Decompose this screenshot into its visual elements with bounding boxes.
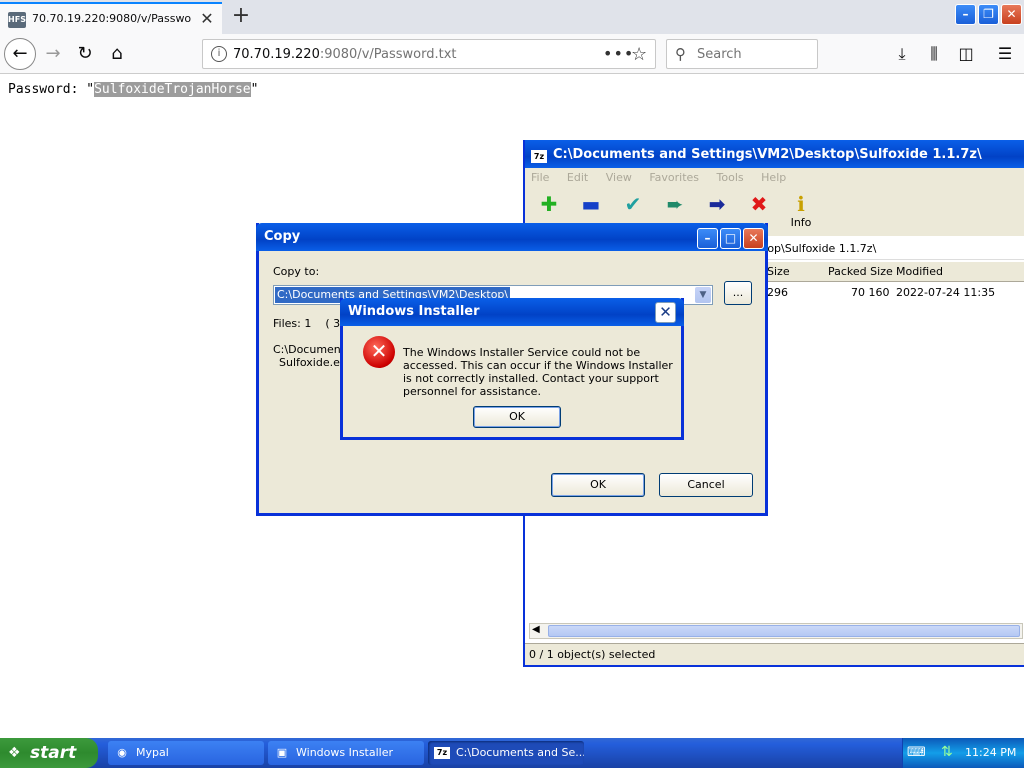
url-text[interactable]: 70.70.19.220:9080/v/Password.txt [233, 47, 457, 62]
close-icon[interactable]: ✕ [743, 228, 764, 249]
password-text: Password: "SulfoxideTrojanHorse" [8, 82, 258, 97]
password-label: Password: " [8, 82, 95, 97]
menu-file[interactable]: File [531, 171, 549, 184]
copy-to-label: Copy to: [273, 265, 320, 278]
row-modified: 2022-07-24 11:35 [896, 286, 996, 299]
task-label: Mypal [136, 746, 169, 759]
page-actions-icon[interactable]: ••• [603, 44, 634, 63]
menu-favorites[interactable]: Favorites [649, 171, 699, 184]
sidebar-icon[interactable]: ◫ [954, 42, 978, 66]
reload-icon[interactable]: ↻ [70, 40, 100, 68]
task-label: C:\Documents and Se... [456, 746, 584, 759]
installer-title: Windows Installer [348, 304, 480, 319]
bookmark-star-icon[interactable]: ☆ [631, 44, 647, 65]
restore-window-button[interactable]: ❐ [978, 4, 999, 25]
extract-icon: ▬ [581, 192, 601, 216]
search-icon: ⚲ [675, 45, 686, 63]
download-icon[interactable]: ⤓ [890, 42, 914, 66]
task-7zip[interactable]: 7z C:\Documents and Se... [428, 741, 584, 765]
chevron-down-icon[interactable]: ▼ [695, 287, 711, 303]
7zip-icon: 7z [434, 747, 450, 759]
move-icon: ➡ [708, 192, 726, 216]
column-size[interactable]: Size [767, 265, 790, 278]
minimize-window-button[interactable]: – [955, 4, 976, 25]
tab-close-icon[interactable]: ✕ [198, 10, 216, 28]
taskbar: ❖ start ◉ Mypal ▣ Windows Installer 7z C:\D… [0, 738, 1024, 768]
forward-icon[interactable]: → [38, 40, 68, 68]
menu-view[interactable]: View [606, 171, 632, 184]
menu-icon[interactable]: ☰ [993, 42, 1017, 66]
column-packed-size[interactable]: Packed Size [828, 265, 893, 278]
browse-button[interactable]: ... [724, 281, 752, 305]
windows-flag-icon: ❖ [8, 745, 21, 761]
tab-strip: HFS 70.70.19.220:9080/v/Password.txt ✕ +… [0, 0, 1024, 34]
horizontal-scrollbar[interactable]: ◀ [529, 623, 1023, 639]
start-button[interactable]: ❖ start [0, 738, 98, 768]
back-icon[interactable]: ← [4, 38, 36, 70]
scrollbar-thumb[interactable] [548, 625, 1020, 637]
status-bar: 0 / 1 object(s) selected [525, 643, 1024, 665]
system-tray: ⌨ ⇅ 11:24 PM [902, 738, 1024, 768]
search-placeholder: Search [697, 47, 742, 62]
password-suffix: " [250, 82, 259, 97]
url-host: 70.70.19.220 [233, 47, 320, 62]
delete-icon: ✖ [750, 192, 768, 216]
test-icon: ✔ [624, 192, 642, 216]
7zip-title: C:\Documents and Settings\VM2\Desktop\Su… [553, 147, 982, 162]
copy-dialog-title: Copy [264, 229, 301, 244]
task-windows-installer[interactable]: ▣ Windows Installer [268, 741, 424, 765]
menu-help[interactable]: Help [761, 171, 786, 184]
keyboard-icon[interactable]: ⌨ [907, 745, 926, 760]
hfs-favicon-icon: HFS [8, 12, 26, 28]
7zip-logo-icon: 7z [531, 150, 547, 163]
add-icon: ✚ [540, 192, 558, 216]
password-value-selected[interactable]: SulfoxideTrojanHorse [94, 82, 251, 97]
network-icon[interactable]: ⇅ [941, 744, 953, 760]
search-bar[interactable]: ⚲ Search [666, 39, 818, 69]
copy-icon: ➨ [666, 192, 684, 216]
cancel-button[interactable]: Cancel [659, 473, 753, 497]
url-bar[interactable]: i 70.70.19.220:9080/v/Password.txt ••• ☆ [202, 39, 656, 69]
installer-message: The Windows Installer Service could not … [403, 346, 673, 398]
maximize-icon[interactable]: □ [720, 228, 741, 249]
7zip-title-bar[interactable]: 7z C:\Documents and Settings\VM2\Desktop\… [525, 140, 1024, 168]
installer-ok-button[interactable]: OK [473, 406, 561, 428]
row-size: 296 [767, 286, 788, 299]
minimize-icon[interactable]: – [697, 228, 718, 249]
menu-tools[interactable]: Tools [717, 171, 744, 184]
7zip-menu-bar: File Edit View Favorites Tools Help [525, 168, 1024, 188]
close-window-button[interactable]: ✕ [1001, 4, 1022, 25]
mypal-icon: ◉ [117, 746, 127, 759]
info-icon: ℹ [797, 192, 805, 216]
new-tab-button[interactable]: + [226, 2, 256, 30]
library-icon[interactable]: ⫼ [922, 42, 946, 66]
url-path: :9080/v/Password.txt [319, 47, 457, 62]
column-modified[interactable]: Modified [896, 265, 943, 278]
close-icon[interactable]: ✕ [655, 302, 676, 323]
info-button[interactable]: ℹ Info [781, 192, 821, 234]
browser-tab[interactable]: HFS 70.70.19.220:9080/v/Password.txt ✕ [0, 2, 222, 34]
row-packed-size: 70 160 [851, 286, 890, 299]
start-label: start [30, 743, 77, 763]
scroll-left-icon[interactable]: ◀ [532, 624, 540, 635]
copy-dialog-title-bar[interactable]: Copy [256, 223, 768, 251]
home-icon[interactable]: ⌂ [102, 40, 132, 68]
clock[interactable]: 11:24 PM [965, 746, 1016, 759]
installer-icon: ▣ [276, 746, 288, 759]
ok-button[interactable]: OK [551, 473, 645, 497]
info-icon[interactable]: i [211, 46, 227, 62]
navigation-toolbar: ← → ↻ ⌂ i 70.70.19.220:9080/v/Password.t… [0, 34, 1024, 74]
error-icon: ✕ [363, 336, 395, 368]
windows-installer-dialog: Windows Installer ✕ ✕ The Windows Instal… [340, 298, 684, 440]
task-mypal[interactable]: ◉ Mypal [108, 741, 264, 765]
task-label: Windows Installer [296, 746, 394, 759]
tab-title: 70.70.19.220:9080/v/Password.txt [32, 12, 192, 25]
info-label: Info [790, 216, 812, 229]
menu-edit[interactable]: Edit [567, 171, 588, 184]
installer-title-bar[interactable]: Windows Installer [340, 298, 684, 326]
